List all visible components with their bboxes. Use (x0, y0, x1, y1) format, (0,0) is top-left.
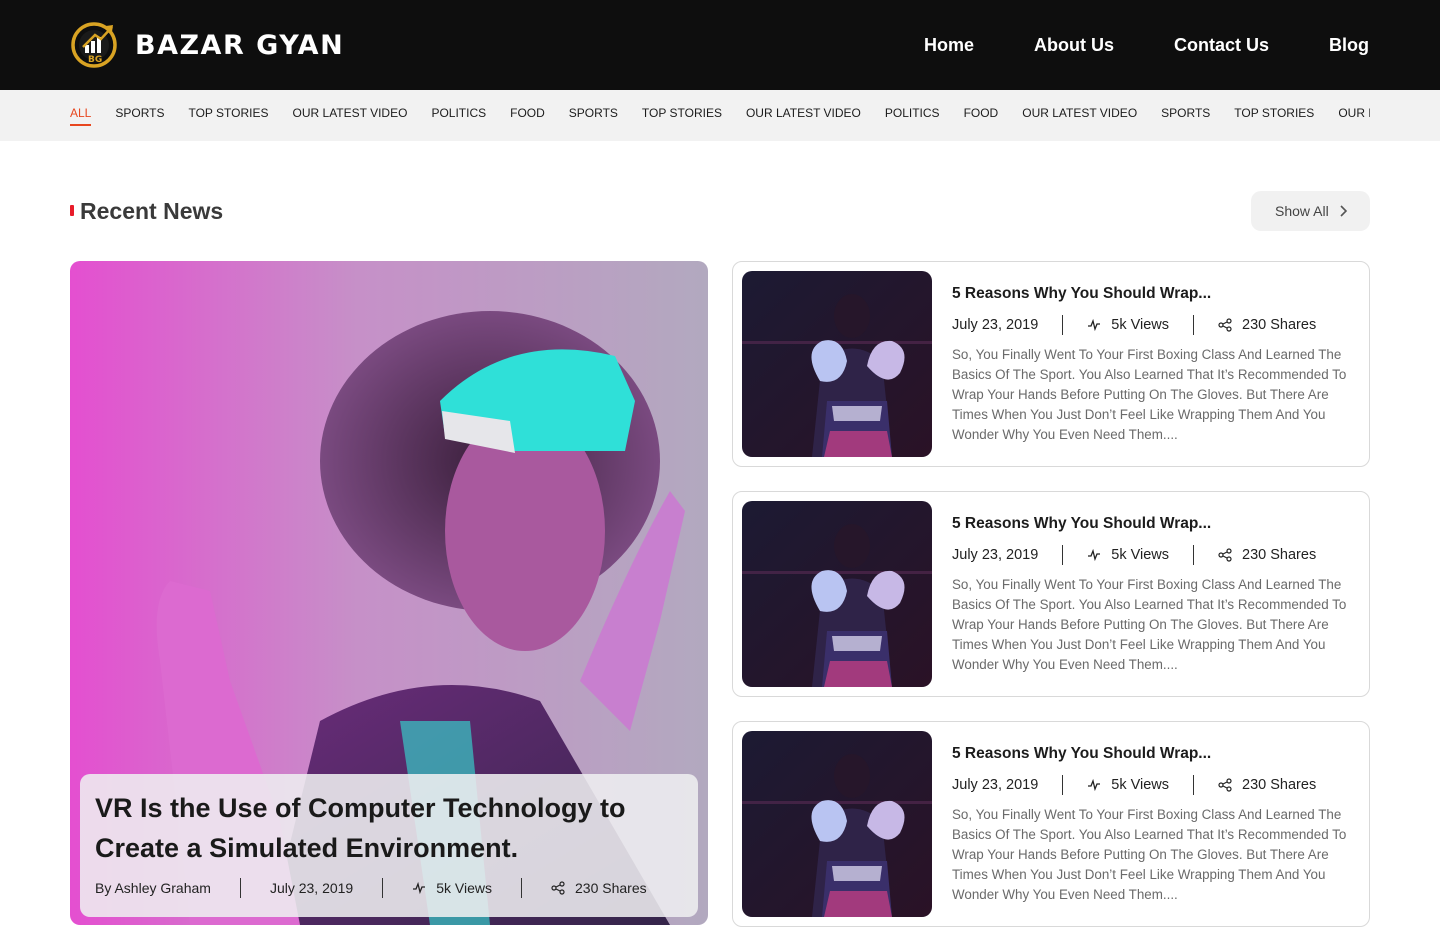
category-item[interactable]: POLITICS (431, 90, 486, 141)
boxer-image (742, 271, 932, 457)
share-icon (1218, 548, 1232, 562)
category-all[interactable]: ALL (70, 90, 92, 141)
nav-home[interactable]: Home (924, 34, 974, 56)
logo-mark-icon: BG (71, 22, 117, 68)
meta-divider (239, 878, 241, 898)
article-date: July 23, 2019 (952, 547, 1039, 563)
nav-contact-us[interactable]: Contact Us (1174, 34, 1269, 56)
article-card[interactable]: 5 Reasons Why You Should Wrap... July 23… (732, 721, 1370, 927)
category-item[interactable]: FOOD (510, 90, 545, 141)
meta-divider (1193, 545, 1195, 565)
boxer-image (742, 731, 932, 917)
brand-name: BAZAR GYAN (135, 29, 345, 61)
section-title: Recent News (80, 198, 224, 224)
article-excerpt: So, You Finally Went To Your First Boxin… (952, 347, 1347, 442)
meta-divider (521, 878, 523, 898)
meta-divider (1062, 315, 1064, 335)
article-shares: 230 Shares (1242, 317, 1317, 333)
article-views: 5k Views (1111, 317, 1170, 333)
site-logo[interactable]: BG BAZAR GYAN (70, 20, 344, 70)
nav-blog[interactable]: Blog (1329, 34, 1369, 56)
nav-about-us[interactable]: About Us (1034, 34, 1114, 56)
featured-caption: VR Is the Use of Computer Technology to … (80, 774, 698, 917)
article-views: 5k Views (1111, 547, 1170, 563)
article-shares: 230 Shares (1242, 777, 1317, 793)
article-meta: July 23, 2019 5k Views 230 Shares (952, 775, 1316, 795)
category-item[interactable]: POLITICS (885, 90, 940, 141)
category-item[interactable]: OUR LATEST VIDEO (1338, 90, 1370, 141)
share-icon (551, 881, 565, 895)
featured-shares: 230 Shares (575, 880, 647, 896)
featured-date: July 23, 2019 (269, 880, 354, 896)
show-all-label: Show All (1275, 203, 1329, 219)
article-meta: July 23, 2019 5k Views 230 Shares (952, 545, 1316, 565)
activity-icon (413, 881, 426, 895)
activity-icon (1088, 548, 1101, 562)
featured-views: 5k Views (436, 880, 493, 896)
article-date: July 23, 2019 (952, 317, 1039, 333)
article-title[interactable]: 5 Reasons Why You Should Wrap... (952, 745, 1211, 763)
category-item[interactable]: OUR LATEST VIDEO (293, 90, 408, 141)
featured-meta: By Ashley Graham July 23, 2019 5k Views … (95, 878, 647, 898)
article-views: 5k Views (1111, 777, 1170, 793)
category-item[interactable]: SPORTS (115, 90, 164, 141)
article-thumbnail[interactable] (742, 501, 932, 687)
article-title[interactable]: 5 Reasons Why You Should Wrap... (952, 515, 1211, 533)
article-date: July 23, 2019 (952, 777, 1039, 793)
article-shares: 230 Shares (1242, 547, 1317, 563)
category-item[interactable]: TOP STORIES (188, 90, 268, 141)
main-nav: Home About Us Contact Us Blog (924, 34, 1369, 56)
category-item[interactable]: SPORTS (569, 90, 618, 141)
category-item[interactable]: TOP STORIES (642, 90, 722, 141)
featured-article[interactable]: VR Is the Use of Computer Technology to … (70, 261, 708, 925)
article-card[interactable]: 5 Reasons Why You Should Wrap... July 23… (732, 261, 1370, 467)
meta-divider (382, 878, 384, 898)
meta-divider (1193, 315, 1195, 335)
category-item[interactable]: TOP STORIES (1234, 90, 1314, 141)
chevron-right-icon (1340, 205, 1347, 217)
category-bar: ALL SPORTS TOP STORIES OUR LATEST VIDEO POLI… (0, 90, 1440, 141)
category-list: ALL SPORTS TOP STORIES OUR LATEST VIDEO POLI… (70, 90, 1370, 141)
category-item[interactable]: OUR LATEST VIDEO (1022, 90, 1137, 141)
share-icon (1218, 318, 1232, 332)
article-excerpt: So, You Finally Went To Your First Boxin… (952, 577, 1347, 672)
site-header: BG BAZAR GYAN Home About Us Contact Us B… (0, 0, 1440, 90)
section-marker (70, 205, 74, 216)
boxer-image (742, 501, 932, 687)
featured-title[interactable]: VR Is the Use of Computer Technology to … (95, 788, 655, 868)
category-item[interactable]: SPORTS (1161, 90, 1210, 141)
meta-divider (1193, 775, 1195, 795)
meta-divider (1062, 775, 1064, 795)
category-item[interactable]: FOOD (964, 90, 999, 141)
article-thumbnail[interactable] (742, 731, 932, 917)
share-icon (1218, 778, 1232, 792)
article-title[interactable]: 5 Reasons Why You Should Wrap... (952, 285, 1211, 303)
svg-text:BG: BG (88, 55, 102, 65)
meta-divider (1062, 545, 1064, 565)
category-item[interactable]: OUR LATEST VIDEO (746, 90, 861, 141)
activity-icon (1088, 778, 1101, 792)
featured-author: By Ashley Graham (95, 880, 211, 896)
article-meta: July 23, 2019 5k Views 230 Shares (952, 315, 1316, 335)
show-all-button[interactable]: Show All (1251, 191, 1370, 231)
article-thumbnail[interactable] (742, 271, 932, 457)
article-excerpt: So, You Finally Went To Your First Boxin… (952, 807, 1347, 902)
activity-icon (1088, 318, 1101, 332)
article-card[interactable]: 5 Reasons Why You Should Wrap... July 23… (732, 491, 1370, 697)
